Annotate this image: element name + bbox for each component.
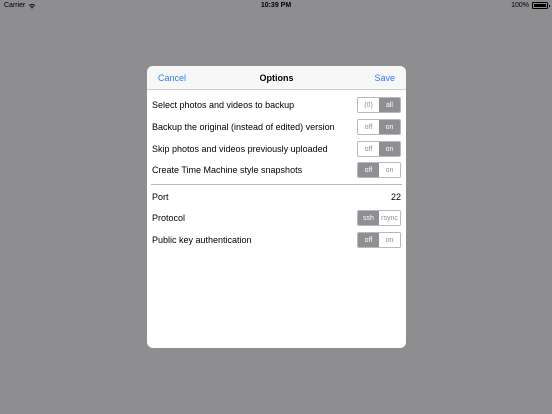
segment-option[interactable]: rsync — [379, 211, 400, 225]
battery-icon — [532, 2, 550, 9]
segment-option[interactable]: off — [358, 163, 379, 177]
select-backup-segmented[interactable]: (0) all — [357, 97, 401, 113]
battery-percent: 100% — [511, 2, 529, 9]
row-pubkey: Public key authentication off on — [152, 230, 401, 250]
dialog-title: Options — [259, 73, 294, 83]
segment-option[interactable]: on — [379, 163, 400, 177]
segment-option[interactable]: off — [358, 142, 379, 156]
segment-option[interactable]: on — [379, 233, 400, 247]
options-dialog: Cancel Options Save Select photos and vi… — [147, 66, 406, 348]
save-button[interactable]: Save — [374, 73, 395, 83]
segment-option[interactable]: on — [379, 142, 400, 156]
status-time: 10:39 PM — [260, 2, 292, 9]
row-skip-uploaded: Skip photos and videos previously upload… — [152, 139, 401, 159]
battery-info: 100% — [511, 2, 550, 9]
segment-option[interactable]: off — [358, 233, 379, 247]
nav-bar: Cancel Options Save — [147, 66, 406, 90]
pubkey-label: Public key authentication — [152, 235, 252, 245]
row-backup-original: Backup the original (instead of edited) … — [152, 117, 401, 137]
row-label: Backup the original (instead of edited) … — [152, 122, 335, 132]
row-label: Skip photos and videos previously upload… — [152, 144, 328, 154]
segment-option[interactable]: on — [379, 120, 400, 134]
segment-option[interactable]: off — [358, 120, 379, 134]
port-value[interactable]: 22 — [391, 192, 401, 202]
segment-option[interactable]: (0) — [358, 98, 379, 112]
protocol-segmented[interactable]: ssh rsync — [357, 210, 401, 226]
segment-option[interactable]: all — [379, 98, 400, 112]
status-bar: Carrier 10:39 PM 100% — [0, 0, 552, 12]
segment-option[interactable]: ssh — [358, 211, 379, 225]
row-label: Select photos and videos to backup — [152, 100, 295, 110]
row-protocol: Protocol ssh rsync — [152, 208, 401, 228]
protocol-label: Protocol — [152, 213, 186, 223]
pubkey-toggle[interactable]: off on — [357, 232, 401, 248]
row-select-backup: Select photos and videos to backup (0) a… — [152, 95, 401, 115]
row-port: Port 22 — [152, 187, 401, 207]
section-divider — [151, 184, 402, 185]
skip-uploaded-toggle[interactable]: off on — [357, 141, 401, 157]
backup-original-toggle[interactable]: off on — [357, 119, 401, 135]
time-machine-toggle[interactable]: off on — [357, 162, 401, 178]
row-time-machine: Create Time Machine style snapshots off … — [152, 160, 401, 180]
row-label: Create Time Machine style snapshots — [152, 165, 303, 175]
port-label: Port — [152, 192, 169, 202]
